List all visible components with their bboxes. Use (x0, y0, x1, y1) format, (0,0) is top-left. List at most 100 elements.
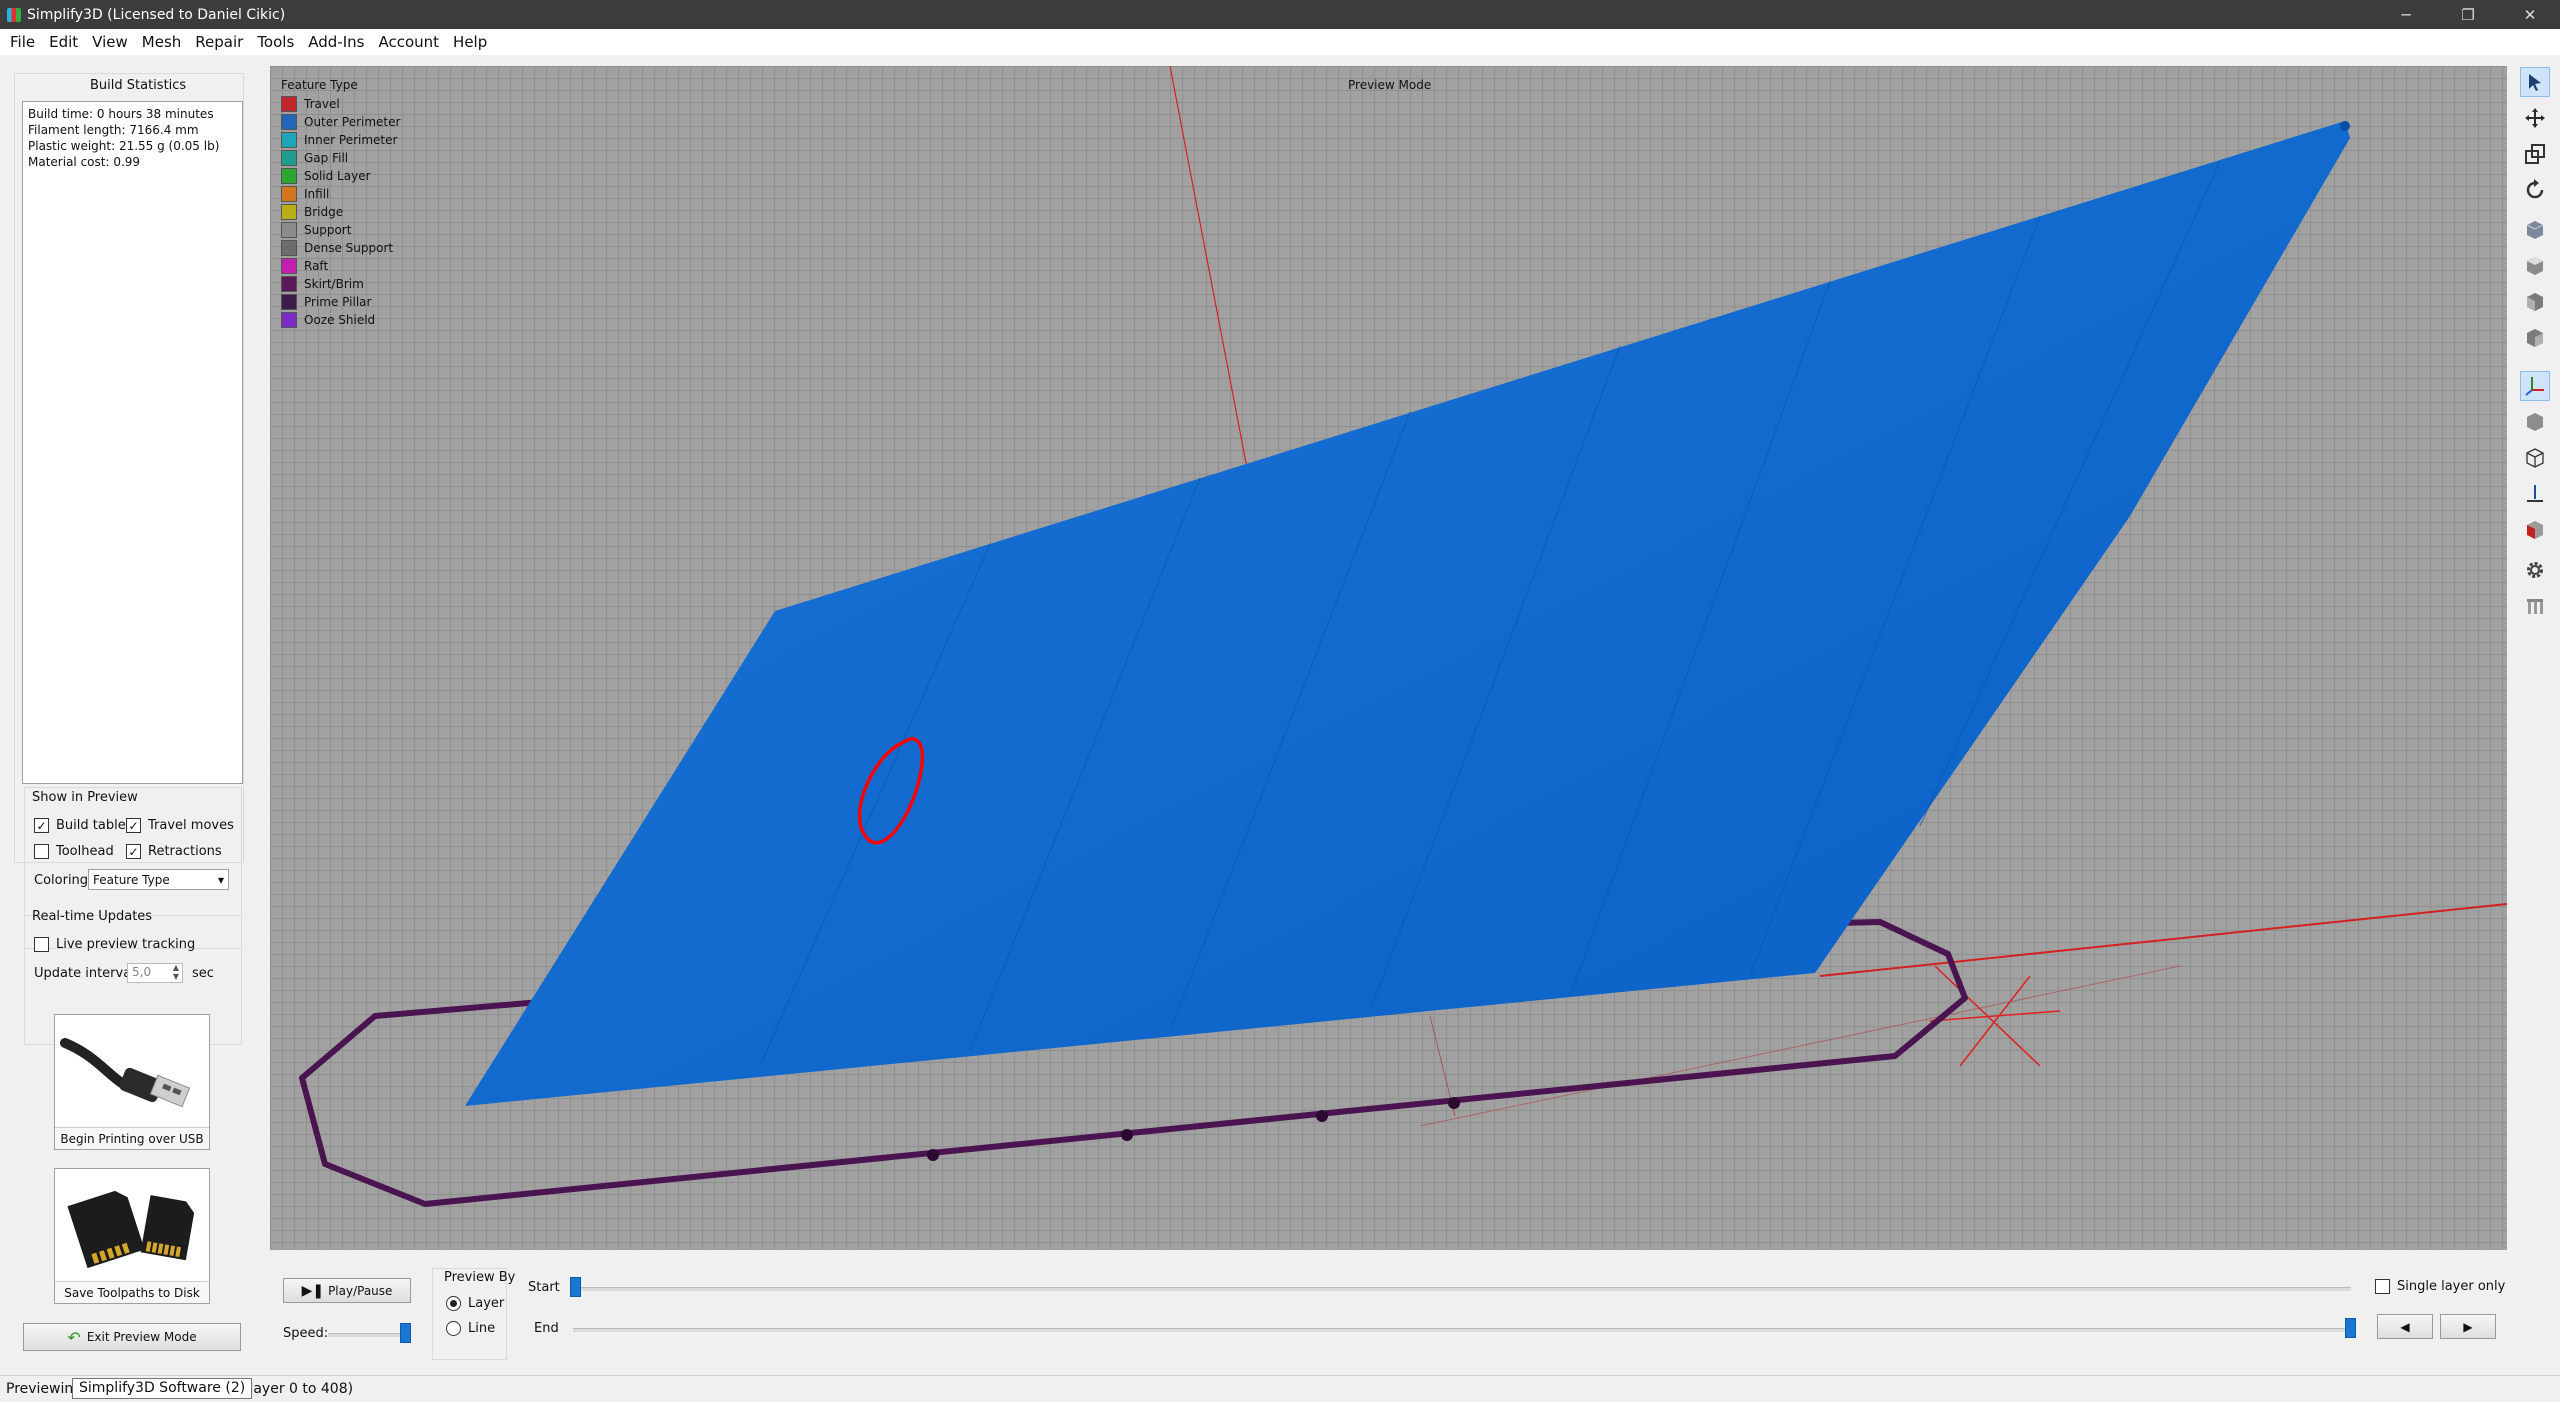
build-statistics-box: Build time: 0 hours 38 minutes Filament … (22, 101, 243, 784)
menu-mesh[interactable]: Mesh (136, 33, 190, 51)
support-tool-button[interactable] (2520, 591, 2550, 621)
stat-plastic-weight: Plastic weight: 21.55 g (0.05 lb) (28, 139, 220, 153)
build-table-checkbox[interactable]: ✓ Build table (34, 818, 126, 833)
menu-repair[interactable]: Repair (189, 33, 251, 51)
close-button[interactable]: ✕ (2500, 0, 2560, 29)
axis-origin-icon (1929, 965, 2061, 1067)
legend-item: Infill (281, 185, 400, 203)
window-title: Simplify3D (Licensed to Daniel Cikic) (27, 6, 286, 23)
menu-edit[interactable]: Edit (43, 33, 86, 51)
move-tool-button[interactable] (2520, 103, 2550, 133)
wireframe-view-button[interactable] (2520, 443, 2550, 473)
speed-slider[interactable] (328, 1333, 408, 1337)
line-label: Line (468, 1321, 496, 1336)
end-slider-thumb[interactable] (2345, 1318, 2356, 1338)
wireframe-cube-icon (2526, 448, 2544, 468)
cube-side-icon (2527, 329, 2543, 347)
layer-radio[interactable]: Layer (446, 1296, 504, 1311)
show-axes-button[interactable] (2520, 371, 2550, 401)
build-table-label: Build table (56, 818, 126, 833)
status-layer-range: (layer 0 to 408) (244, 1381, 354, 1397)
exit-preview-mode-button[interactable]: ↶ Exit Preview Mode (23, 1323, 241, 1351)
cube-front-icon (2527, 293, 2543, 311)
travel-moves-checkbox[interactable]: ✓ Travel moves (126, 818, 234, 833)
start-layer-slider[interactable] (573, 1287, 2351, 1291)
select-tool-button[interactable] (2520, 67, 2550, 97)
legend-swatch (281, 204, 297, 220)
toolhead-checkbox[interactable]: Toolhead (34, 844, 114, 859)
menu-add-ins[interactable]: Add-Ins (302, 33, 372, 51)
dropdown-arrow-icon: ▾ (217, 872, 224, 887)
menu-account[interactable]: Account (372, 33, 447, 51)
legend-label: Gap Fill (304, 151, 349, 165)
legend-swatch (281, 186, 297, 202)
cross-section-icon (2527, 485, 2543, 502)
legend-title: Feature Type (281, 78, 358, 92)
single-layer-only-label: Single layer only (2397, 1279, 2506, 1294)
live-preview-tracking-checkbox[interactable]: Live preview tracking (34, 937, 195, 952)
cube-top-icon (2527, 257, 2543, 275)
begin-printing-usb-button[interactable]: Begin Printing over USB (54, 1014, 210, 1150)
bottom-panel: ▶❚ Play/Pause Speed: Preview By Layer Li… (270, 1250, 2507, 1375)
cross-section-button[interactable] (2520, 479, 2550, 509)
feature-type-legend: Feature Type Travel Outer Perimeter Inner … (281, 78, 400, 329)
legend-item: Skirt/Brim (281, 275, 400, 293)
cursor-icon (2529, 74, 2541, 91)
speed-slider-thumb[interactable] (400, 1323, 411, 1343)
play-pause-button[interactable]: ▶❚ Play/Pause (283, 1278, 411, 1303)
line-radio[interactable]: Line (446, 1321, 495, 1336)
live-preview-tracking-label: Live preview tracking (56, 937, 196, 952)
close-icon: ✕ (2523, 5, 2537, 24)
update-interval-label: Update interval (34, 966, 135, 981)
next-layer-button[interactable]: ▶ (2440, 1314, 2496, 1339)
coloring-select[interactable]: Feature Type ▾ (88, 869, 229, 890)
legend-label: Ooze Shield (304, 313, 376, 327)
update-interval-value: 5,0 (132, 965, 152, 979)
solid-view-button[interactable] (2520, 407, 2550, 437)
view-side-button[interactable] (2520, 323, 2550, 353)
rotate-tool-button[interactable] (2520, 175, 2550, 205)
menu-view[interactable]: View (86, 33, 136, 51)
restore-icon: ❐ (2461, 5, 2475, 24)
legend-item: Raft (281, 257, 400, 275)
view-default-button[interactable] (2520, 215, 2550, 245)
menu-help[interactable]: Help (447, 33, 495, 51)
restore-button[interactable]: ❐ (2438, 0, 2498, 29)
legend-swatch (281, 96, 297, 112)
view-front-button[interactable] (2520, 287, 2550, 317)
single-layer-only-checkbox[interactable]: Single layer only (2375, 1279, 2505, 1294)
play-pause-icon: ▶❚ (301, 1282, 325, 1299)
legend-item: Solid Layer (281, 167, 400, 185)
menu-file[interactable]: File (4, 33, 43, 51)
play-pause-label: Play/Pause (328, 1283, 393, 1298)
legend-item: Dense Support (281, 239, 400, 257)
minimize-button[interactable]: ─ (2376, 0, 2436, 29)
scale-tool-button[interactable] (2520, 139, 2550, 169)
menu-tools[interactable]: Tools (251, 33, 302, 51)
spinner-arrows-icon: ▲ ▼ (172, 963, 179, 981)
retractions-checkbox[interactable]: ✓ Retractions (126, 844, 222, 859)
retractions-label: Retractions (148, 844, 222, 859)
legend-swatch (281, 294, 297, 310)
preview-viewport[interactable]: Feature Type Travel Outer Perimeter Inner … (270, 66, 2507, 1250)
end-layer-slider[interactable] (573, 1328, 2351, 1332)
model-top-point (2340, 121, 2350, 131)
rotate-icon (2526, 179, 2544, 199)
coloring-label: Coloring (34, 873, 89, 888)
menu-bar: File Edit View Mesh Repair Tools Add-Ins… (0, 29, 2560, 55)
start-label: Start (528, 1280, 560, 1295)
check-icon: ✓ (34, 818, 49, 833)
check-icon: ✓ (126, 818, 141, 833)
section-cube-icon (2527, 521, 2543, 539)
previous-layer-button[interactable]: ◀ (2377, 1314, 2433, 1339)
start-slider-thumb[interactable] (570, 1277, 581, 1297)
settings-button[interactable] (2520, 555, 2550, 585)
preview-by-title: Preview By (444, 1270, 516, 1285)
model-outer-perimeter (465, 121, 2350, 1106)
section-view-button[interactable] (2520, 515, 2550, 545)
legend-item: Support (281, 221, 400, 239)
status-left-text: Previewin (6, 1381, 74, 1397)
update-interval-spinner[interactable]: 5,0 ▲ ▼ (127, 963, 183, 983)
save-toolpaths-button[interactable]: Save Toolpaths to Disk (54, 1168, 210, 1304)
view-top-button[interactable] (2520, 251, 2550, 281)
